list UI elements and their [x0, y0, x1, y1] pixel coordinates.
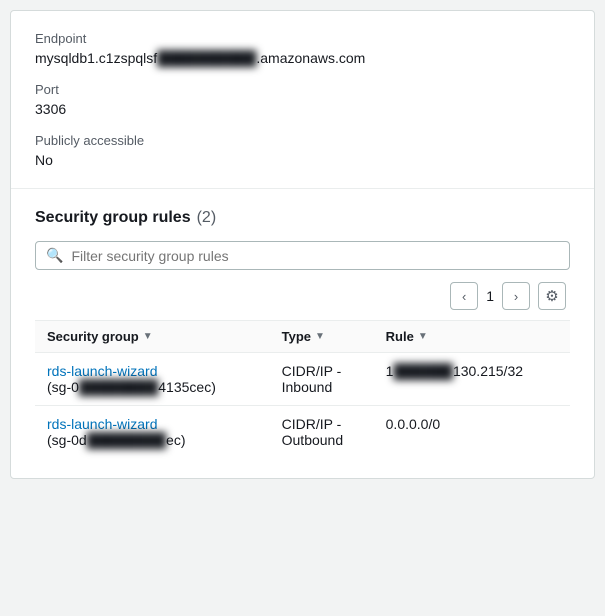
settings-button[interactable]: ⚙: [538, 282, 566, 310]
row2-sg-id-prefix: (sg-0d: [47, 432, 87, 448]
table-row: rds-launch-wizard (sg-0████████4135cec) …: [35, 353, 570, 406]
row1-sg-id-redacted: ████████: [79, 379, 158, 395]
next-page-button[interactable]: ›: [502, 282, 530, 310]
endpoint-suffix: .amazonaws.com: [256, 50, 365, 66]
main-card: Endpoint mysqldb1.c1zspqlsf██████████.am…: [10, 10, 595, 479]
security-group-rules-section: Security group rules (2) 🔍 ‹ 1 › ⚙ Secur…: [11, 189, 594, 478]
row2-type: CIDR/IP - Outbound: [270, 406, 374, 459]
section-count-badge: (2): [197, 209, 217, 227]
row2-sg-id-suffix: ec): [166, 432, 185, 448]
row2-rule: 0.0.0.0/0: [374, 406, 570, 459]
row1-rule-prefix: 1: [386, 363, 394, 379]
row1-rule-suffix: 130.215/32: [453, 363, 523, 379]
pagination-row: ‹ 1 › ⚙: [35, 282, 570, 310]
sort-icon-rule: ▼: [418, 331, 428, 342]
sort-icon-security-group: ▼: [143, 331, 153, 342]
row1-rule: 1██████130.215/32: [374, 353, 570, 406]
row2-security-group: rds-launch-wizard (sg-0d████████ec): [35, 406, 270, 459]
publicly-accessible-label: Publicly accessible: [35, 133, 570, 148]
sort-icon-type: ▼: [315, 331, 325, 342]
table-header: Security group ▼ Type ▼ Rule ▼: [35, 321, 570, 353]
search-input[interactable]: [71, 248, 559, 264]
publicly-accessible-value: No: [35, 152, 570, 168]
col-security-group: Security group ▼: [35, 321, 270, 353]
col-type: Type ▼: [270, 321, 374, 353]
endpoint-redacted: ██████████: [157, 50, 256, 66]
col-rule: Rule ▼: [374, 321, 570, 353]
search-bar[interactable]: 🔍: [35, 241, 570, 270]
port-field: Port 3306: [35, 82, 570, 117]
row1-security-group: rds-launch-wizard (sg-0████████4135cec): [35, 353, 270, 406]
row2-sg-id: (sg-0d████████ec): [47, 432, 186, 448]
endpoint-label: Endpoint: [35, 31, 570, 46]
row1-type: CIDR/IP - Inbound: [270, 353, 374, 406]
row2-sg-id-redacted: ████████: [87, 432, 166, 448]
port-label: Port: [35, 82, 570, 97]
publicly-accessible-field: Publicly accessible No: [35, 133, 570, 168]
row1-type-line2: Inbound: [282, 379, 333, 395]
section-title-text: Security group rules: [35, 209, 191, 227]
endpoint-prefix: mysqldb1.c1zspqlsf: [35, 50, 157, 66]
endpoint-section: Endpoint mysqldb1.c1zspqlsf██████████.am…: [11, 11, 594, 189]
row2-sg-name-link[interactable]: rds-launch-wizard: [47, 416, 258, 432]
section-title: Security group rules (2): [35, 209, 570, 227]
endpoint-value: mysqldb1.c1zspqlsf██████████.amazonaws.c…: [35, 50, 570, 66]
prev-page-button[interactable]: ‹: [450, 282, 478, 310]
row1-sg-id-prefix: (sg-0: [47, 379, 79, 395]
table-body: rds-launch-wizard (sg-0████████4135cec) …: [35, 353, 570, 459]
security-group-rules-table: Security group ▼ Type ▼ Rule ▼: [35, 320, 570, 458]
row1-sg-name-link[interactable]: rds-launch-wizard: [47, 363, 258, 379]
row1-sg-id-suffix: 4135cec): [158, 379, 216, 395]
row2-type-line1: CIDR/IP -: [282, 416, 342, 432]
row1-sg-id: (sg-0████████4135cec): [47, 379, 216, 395]
row2-type-line2: Outbound: [282, 432, 344, 448]
port-value: 3306: [35, 101, 570, 117]
search-icon: 🔍: [46, 247, 63, 264]
table-row: rds-launch-wizard (sg-0d████████ec) CIDR…: [35, 406, 570, 459]
row2-rule-value: 0.0.0.0/0: [386, 416, 441, 432]
row1-type-line1: CIDR/IP -: [282, 363, 342, 379]
page-number: 1: [486, 288, 494, 304]
endpoint-field: Endpoint mysqldb1.c1zspqlsf██████████.am…: [35, 31, 570, 66]
row1-rule-redacted: ██████: [393, 363, 453, 379]
